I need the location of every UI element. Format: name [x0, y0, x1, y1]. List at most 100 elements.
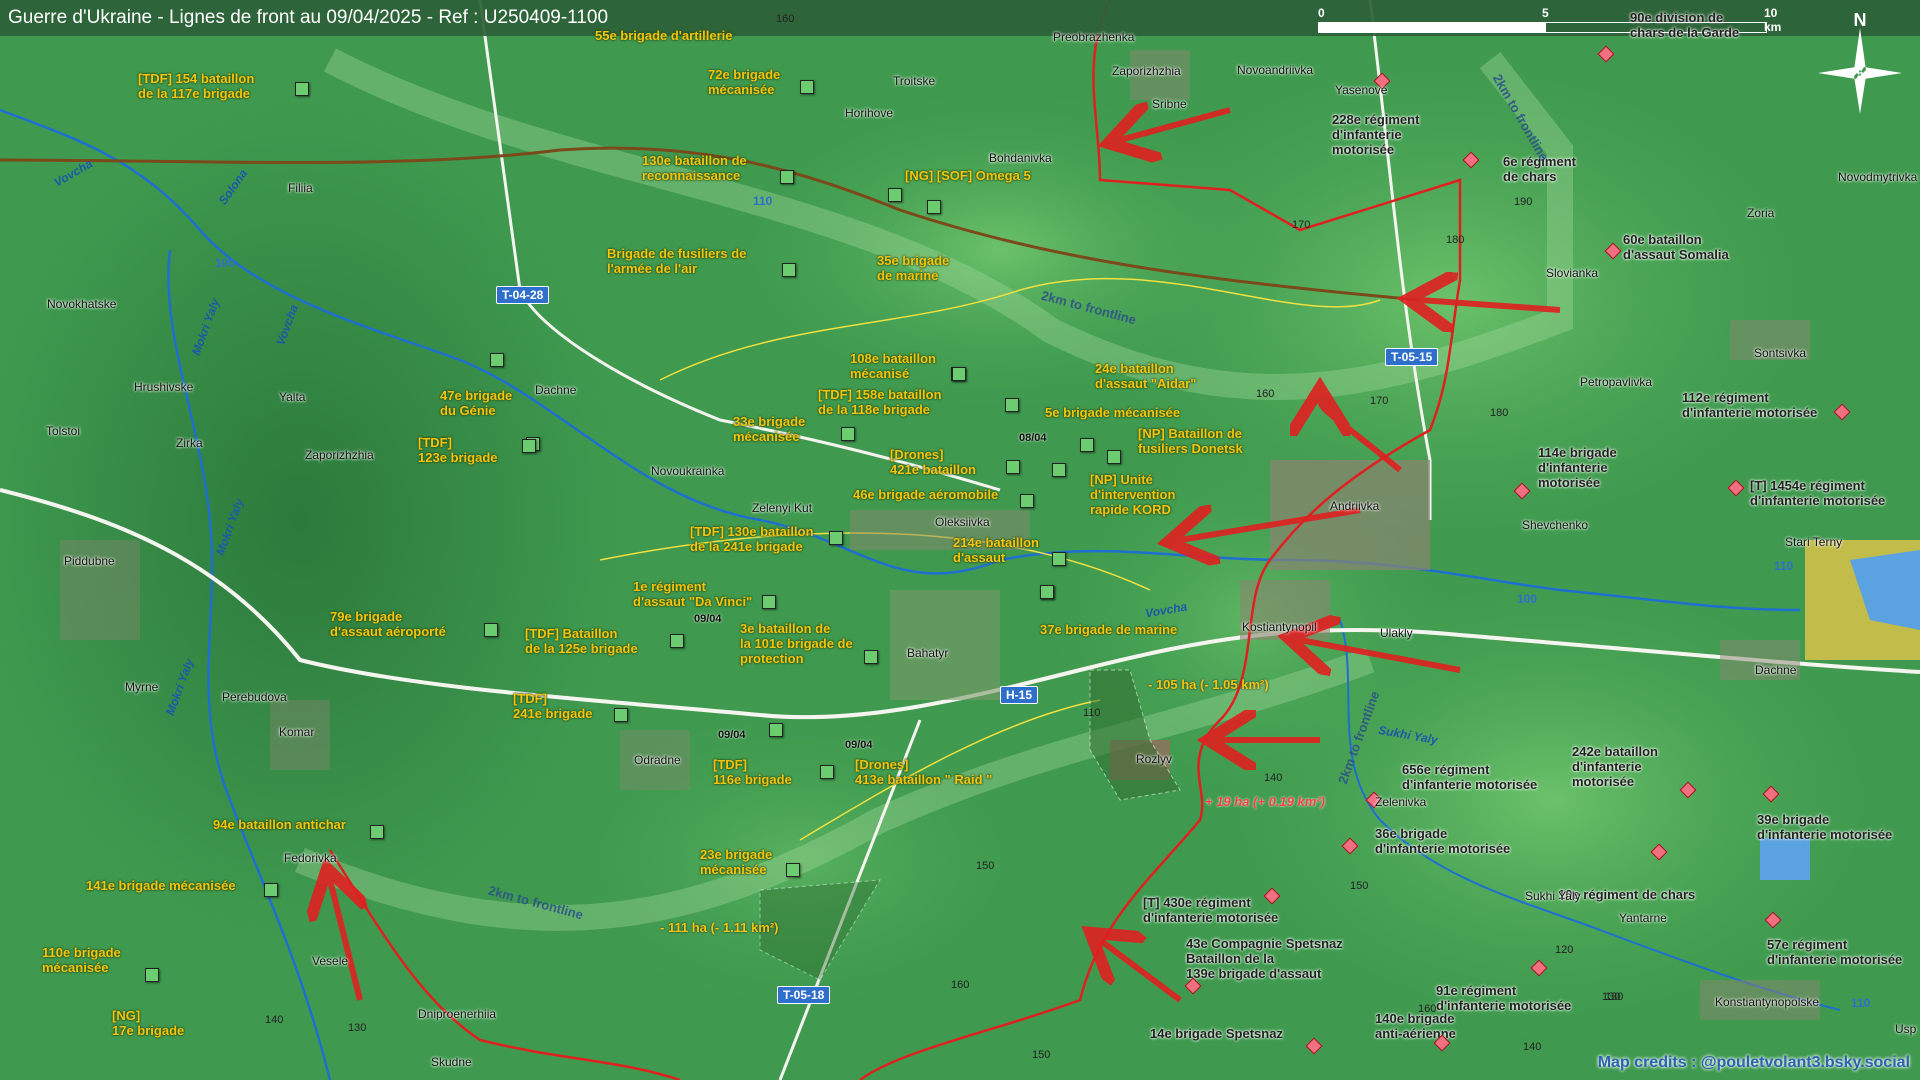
town-label: Yantarne: [1619, 911, 1667, 925]
town-label: Novodmytrivka: [1838, 170, 1918, 184]
altitude-label: 130: [348, 1022, 367, 1034]
town-label: Vesele: [312, 954, 349, 968]
town-label: Dniproenerhiia: [418, 1007, 497, 1021]
ru-unit-label: 39e brigade d'infanterie motorisée: [1757, 812, 1893, 842]
update-date-label: 09/04: [845, 739, 873, 751]
ua-unit-label: Brigade de fusiliers de l'armée de l'air: [607, 246, 747, 276]
update-date-label: 09/04: [694, 613, 722, 625]
ua-unit-marker: [1052, 463, 1066, 477]
town-label: Konstiantynopolske: [1715, 995, 1820, 1009]
town-label: Usp: [1895, 1022, 1917, 1036]
town-label: Novoukrainka: [651, 464, 725, 478]
town-label: Shevchenko: [1522, 518, 1589, 532]
ru-unit-label: 114e brigade d'infanterie motorisée: [1538, 445, 1617, 490]
ua-unit-label: 23e brigade mécanisée: [700, 847, 773, 877]
ua-unit-label: 37e brigade de marine: [1040, 622, 1178, 637]
update-date-label: 09/04: [718, 729, 746, 741]
town-label: Bohdanivka: [989, 151, 1052, 165]
altitude-label: 150: [976, 860, 995, 872]
ru-unit-label: [T] 1454e régiment d'infanterie motorisé…: [1750, 478, 1886, 508]
town-label: Sukhi Yaly: [1525, 889, 1581, 903]
town-label: Preobrazhenka: [1053, 30, 1135, 44]
ua-unit-marker: [829, 531, 843, 545]
ua-unit-label: [NP] Bataillon de fusiliers Donetsk: [1138, 426, 1243, 456]
altitude-label: 160: [951, 979, 970, 991]
town-label: Rozlyv: [1136, 752, 1173, 766]
ru-unit-label: [T] 430e régiment d'infanterie motorisée: [1143, 895, 1279, 925]
area-loss-label: + 19 ha (+ 0.19 km²): [1205, 794, 1325, 809]
ru-unit-label: 14e brigade Spetsnaz: [1150, 1026, 1283, 1041]
town-label: Ulakly: [1380, 626, 1413, 640]
ua-unit-marker: [522, 439, 536, 453]
altitude-label: 160: [776, 13, 795, 25]
ru-unit-label: 36e brigade d'infanterie motorisée: [1375, 826, 1511, 856]
road-shield: 110: [1851, 996, 1871, 1010]
road-shield: 100: [215, 256, 236, 270]
ua-unit-marker: [1040, 585, 1054, 599]
ru-unit-label: 112e régiment d'infanterie motorisée: [1682, 390, 1818, 420]
ua-unit-marker: [762, 595, 776, 609]
road-shield: 110: [753, 194, 773, 208]
ua-unit-label: 72e brigade mécanisée: [708, 67, 781, 97]
ru-unit-label: 656e régiment d'infanterie motorisée: [1402, 762, 1538, 792]
town-label: Sontsivka: [1754, 346, 1807, 360]
altitude-label: 160: [1256, 388, 1275, 400]
altitude-label: 140: [1264, 772, 1283, 784]
ua-unit-label: 79e brigade d'assaut aéroporté: [330, 609, 446, 639]
road-shield: T-05-18: [777, 986, 831, 1004]
town-label: Oleksiivka: [935, 515, 990, 529]
ua-unit-label: [TDF] 123e brigade: [418, 435, 498, 465]
ua-unit-label: [TDF] Bataillon de la 125e brigade: [525, 626, 638, 656]
scale-tick-5: 5: [1542, 6, 1549, 20]
road-shield: T-05-15: [1385, 348, 1439, 366]
ua-unit-marker: [264, 883, 278, 897]
town-label: Novokhatske: [47, 297, 117, 311]
altitude-label: 190: [1514, 196, 1533, 208]
ua-unit-label: [Drones] 421e bataillon: [890, 447, 976, 477]
ua-unit-label: [NG] 17e brigade: [112, 1008, 185, 1038]
altitude-label: 120: [1555, 944, 1574, 956]
ua-unit-marker: [841, 427, 855, 441]
town-label: Zelenyi Kut: [752, 501, 813, 515]
town-label: Novoandriivka: [1237, 63, 1314, 77]
town-label: Troitske: [893, 74, 936, 88]
ua-unit-label: 47e brigade du Génie: [440, 388, 513, 418]
ua-unit-label: 130e bataillon de reconnaissance: [642, 153, 747, 183]
ua-unit-marker: [1107, 450, 1121, 464]
ua-unit-label: [TDF] 130e bataillon de la 241e brigade: [690, 524, 814, 554]
town-label: Sribne: [1152, 97, 1187, 111]
altitude-label: 180: [1490, 407, 1509, 419]
town-label: Horihove: [845, 106, 894, 120]
area-gain-label: - 105 ha (- 1.05 km²): [1148, 677, 1269, 692]
town-label: Odradne: [634, 753, 681, 767]
scale-tick-0: 0: [1318, 6, 1325, 20]
ua-unit-marker: [1006, 460, 1020, 474]
ua-unit-marker: [145, 968, 159, 982]
ru-unit-label: 91e régiment d'infanterie motorisée: [1436, 983, 1572, 1013]
ua-unit-label: 24e bataillon d'assaut "Aidar": [1095, 361, 1197, 391]
ua-unit-label: 35e brigade de marine: [877, 253, 950, 283]
ua-unit-label: 46e brigade aéromobile: [853, 487, 999, 502]
ua-unit-label: [TDF] 116e brigade: [713, 757, 792, 787]
ua-unit-marker: [782, 263, 796, 277]
north-arrow-icon: N: [1818, 10, 1902, 114]
ua-unit-marker: [820, 765, 834, 779]
ua-unit-label: 5e brigade mécanisée: [1045, 405, 1181, 420]
town-label: Petropavlivka: [1580, 375, 1653, 389]
altitude-label: 150: [1350, 880, 1369, 892]
ua-unit-marker: [952, 367, 966, 381]
ru-unit-label: 60e bataillon d'assaut Somalia: [1623, 232, 1729, 262]
town-label: Bahatyr: [907, 646, 949, 660]
ua-unit-marker: [484, 623, 498, 637]
ua-unit-marker: [1020, 494, 1034, 508]
town-label: Zoria: [1747, 206, 1775, 220]
town-label: Zirka: [176, 436, 203, 450]
ua-unit-marker: [800, 80, 814, 94]
ua-unit-label: 214e bataillon d'assaut: [953, 535, 1039, 565]
ua-unit-label: 3e bataillon de la 101e brigade de prote…: [740, 621, 853, 666]
ru-unit-label: 57e régiment d'infanterie motorisée: [1767, 937, 1903, 967]
ru-unit-label: 90e division de chars de la Garde: [1630, 10, 1740, 40]
ua-unit-label: 94e bataillon antichar: [213, 817, 346, 832]
town-label: Zaporizhzhia: [1112, 64, 1181, 78]
ua-unit-marker: [780, 170, 794, 184]
